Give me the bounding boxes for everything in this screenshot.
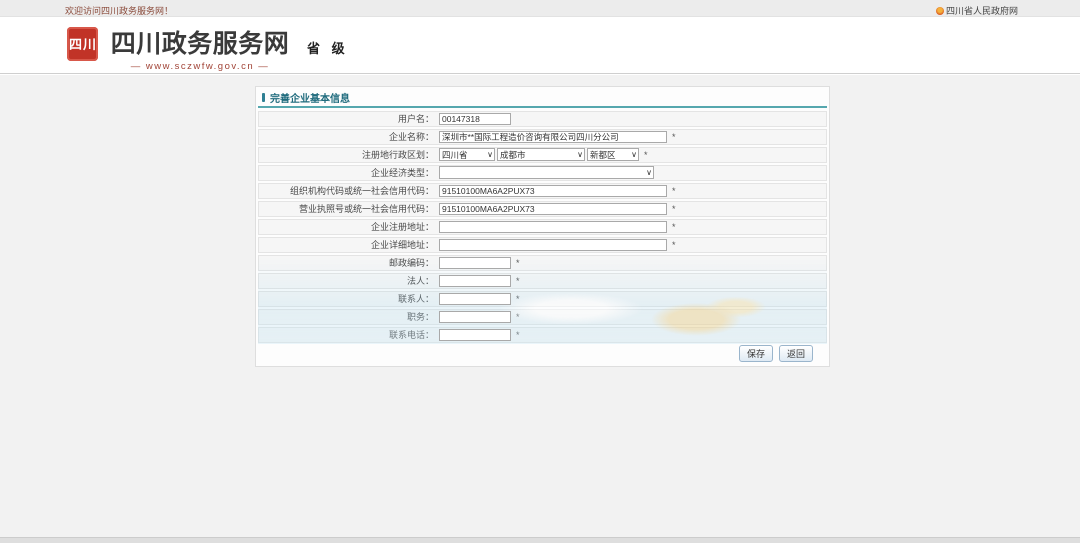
site-seal-logo: 四 川 (67, 27, 98, 61)
username-label: 用户名： (259, 112, 439, 125)
row-contact-person: 联系人： * (258, 291, 827, 307)
chevron-down-icon: ∨ (646, 167, 652, 179)
legal-person-label: 法人： (259, 274, 439, 287)
site-name: 四川政务服务网 (108, 24, 292, 60)
seal-char: 川 (83, 37, 97, 52)
required-mark: * (672, 186, 676, 196)
row-username: 用户名： (258, 111, 827, 127)
required-mark: * (516, 330, 520, 340)
required-mark: * (672, 204, 676, 214)
company-name-label: 企业名称： (259, 130, 439, 143)
phone-input[interactable] (439, 329, 511, 341)
title-divider (258, 106, 827, 108)
form-title-row: 完善企业基本信息 (258, 90, 827, 104)
row-license-code: 营业执照号或统一社会信用代码： * (258, 201, 827, 217)
title-bar-icon (262, 93, 265, 102)
chevron-down-icon: ∨ (487, 149, 493, 161)
province-select[interactable]: 四川省 ∨ (439, 148, 495, 161)
seal-char: 四 (69, 37, 83, 52)
contact-person-input[interactable] (439, 293, 511, 305)
province-select-value: 四川省 (442, 150, 468, 160)
gov-portal-link[interactable]: 四川省人民政府网 (936, 4, 1018, 17)
required-mark: * (516, 276, 520, 286)
enterprise-info-form: 完善企业基本信息 用户名： 企业名称： * 注册地行政区划： 四川省 ∨ 成都市 ∨… (255, 86, 830, 367)
economic-type-select[interactable]: ∨ (439, 166, 654, 179)
row-legal-person: 法人： * (258, 273, 827, 289)
back-button[interactable]: 返回 (779, 345, 813, 362)
required-mark: * (644, 150, 648, 160)
level-badge: 省 级 (307, 38, 349, 57)
contact-person-label: 联系人： (259, 292, 439, 305)
license-code-input[interactable] (439, 203, 667, 215)
license-code-label: 营业执照号或统一社会信用代码： (259, 202, 439, 215)
chevron-down-icon: ∨ (577, 149, 583, 161)
site-url: — www.sczwfw.gov.cn — (108, 61, 292, 72)
org-code-input[interactable] (439, 185, 667, 197)
reg-address-input[interactable] (439, 221, 667, 233)
phone-label: 联系电话： (259, 328, 439, 341)
page: 欢迎访问四川政务服务网！ 四川省人民政府网 四 川 四川政务服务网 — www.… (0, 0, 1080, 543)
required-mark: * (516, 294, 520, 304)
bottom-strip (0, 537, 1080, 543)
detail-address-input[interactable] (439, 239, 667, 251)
row-org-code: 组织机构代码或统一社会信用代码： * (258, 183, 827, 199)
required-mark: * (672, 222, 676, 232)
legal-person-input[interactable] (439, 275, 511, 287)
detail-address-label: 企业详细地址： (259, 238, 439, 251)
site-header: 四 川 四川政务服务网 — www.sczwfw.gov.cn — 省 级 (0, 17, 1080, 74)
postal-code-input[interactable] (439, 257, 511, 269)
position-input[interactable] (439, 311, 511, 323)
top-bar: 欢迎访问四川政务服务网！ 四川省人民政府网 (0, 0, 1080, 17)
form-title: 完善企业基本信息 (270, 90, 350, 105)
economic-type-label: 企业经济类型： (259, 166, 439, 179)
national-emblem-icon (936, 7, 944, 15)
form-footer: 保存 返回 (258, 345, 827, 362)
region-label: 注册地行政区划： (259, 148, 439, 161)
city-select[interactable]: 成都市 ∨ (497, 148, 585, 161)
required-mark: * (672, 132, 676, 142)
required-mark: * (516, 312, 520, 322)
row-phone: 联系电话： * (258, 327, 827, 343)
required-mark: * (672, 240, 676, 250)
save-button[interactable]: 保存 (739, 345, 773, 362)
gov-portal-link-label: 四川省人民政府网 (946, 6, 1018, 16)
chevron-down-icon: ∨ (631, 149, 637, 161)
required-mark: * (516, 258, 520, 268)
district-select[interactable]: 新都区 ∨ (587, 148, 639, 161)
district-select-value: 新都区 (590, 150, 616, 160)
row-detail-address: 企业详细地址： * (258, 237, 827, 253)
position-label: 职务： (259, 310, 439, 323)
company-name-input[interactable] (439, 131, 667, 143)
postal-code-label: 邮政编码： (259, 256, 439, 269)
row-economic-type: 企业经济类型： ∨ (258, 165, 827, 181)
content-area: 完善企业基本信息 用户名： 企业名称： * 注册地行政区划： 四川省 ∨ 成都市 ∨… (0, 75, 1080, 543)
welcome-text: 欢迎访问四川政务服务网！ (65, 4, 173, 17)
reg-address-label: 企业注册地址： (259, 220, 439, 233)
row-position: 职务： * (258, 309, 827, 325)
username-input[interactable] (439, 113, 511, 125)
org-code-label: 组织机构代码或统一社会信用代码： (259, 184, 439, 197)
row-company-name: 企业名称： * (258, 129, 827, 145)
city-select-value: 成都市 (500, 150, 526, 160)
row-reg-address: 企业注册地址： * (258, 219, 827, 235)
row-postal-code: 邮政编码： * (258, 255, 827, 271)
row-region: 注册地行政区划： 四川省 ∨ 成都市 ∨ 新都区 ∨ * (258, 147, 827, 163)
site-title-block: 四川政务服务网 — www.sczwfw.gov.cn — (108, 24, 292, 72)
